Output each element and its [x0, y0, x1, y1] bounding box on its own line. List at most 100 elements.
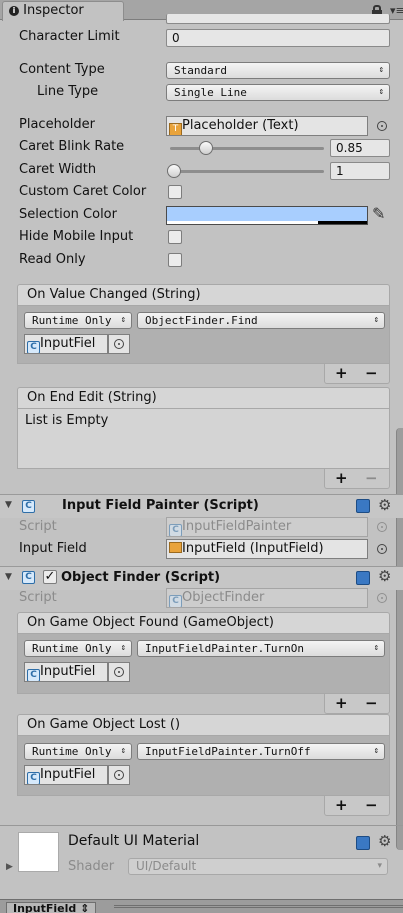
placeholder-object-field[interactable]: T Placeholder (Text): [166, 116, 368, 136]
painter-script-field: C InputFieldPainter: [166, 517, 368, 537]
target-picker-button[interactable]: [108, 765, 130, 785]
dropdown-arrows-icon: ⇕: [373, 746, 379, 756]
object-picker-icon[interactable]: [377, 544, 387, 554]
eyedropper-icon[interactable]: ✎: [372, 205, 385, 223]
read-only-checkbox[interactable]: [168, 253, 182, 267]
function-dropdown[interactable]: ObjectFinder.Find ⇕: [137, 312, 385, 329]
custom-caret-color-label: Custom Caret Color: [19, 184, 147, 199]
caret-width-slider-track[interactable]: [170, 170, 324, 173]
add-button[interactable]: +: [335, 364, 348, 382]
object-picker-icon: [377, 522, 387, 532]
scrollbar[interactable]: [396, 428, 403, 850]
footer-resize-handle[interactable]: [114, 905, 403, 908]
end-edit-plus-minus: + −: [324, 469, 390, 489]
dropdown-arrows-icon: ⇕: [373, 315, 379, 325]
footer-label: InputField: [13, 902, 77, 913]
caret-width-field[interactable]: 1: [330, 162, 390, 180]
add-button[interactable]: +: [335, 796, 348, 814]
target-picker-button[interactable]: [108, 662, 130, 682]
remove-button[interactable]: −: [365, 694, 378, 712]
runtime-only-dropdown[interactable]: Runtime Only ⇕: [24, 640, 132, 657]
runtime-only-value: Runtime Only: [32, 642, 112, 655]
dropdown-arrows-icon: ⇕: [120, 643, 126, 653]
object-picker-icon: [114, 339, 124, 349]
target-object-field[interactable]: C InputFiel: [24, 662, 108, 682]
script-icon: C: [22, 500, 35, 513]
caret-blink-rate-slider-track[interactable]: [170, 147, 324, 150]
caret-blink-rate-label: Caret Blink Rate: [19, 139, 125, 154]
help-book-icon[interactable]: [356, 499, 370, 513]
script-icon: C: [27, 669, 40, 681]
runtime-only-value: Runtime Only: [32, 745, 112, 758]
caret-blink-rate-slider-thumb[interactable]: [199, 141, 214, 155]
content-type-value: Standard: [174, 64, 227, 77]
foldout-arrow-icon[interactable]: ▼: [5, 500, 12, 510]
settings-gear-icon[interactable]: ⚙: [378, 834, 391, 849]
caret-width-slider-thumb[interactable]: [167, 164, 181, 178]
tab-menu-icon[interactable]: ▾≡: [390, 4, 403, 17]
on-end-edit-title: On End Edit (String): [27, 390, 157, 405]
dropdown-arrow-icon: ▾: [377, 861, 382, 871]
inspector-tab[interactable]: i Inspector: [2, 1, 124, 21]
script-icon: C: [27, 341, 40, 353]
settings-gear-icon[interactable]: ⚙: [378, 569, 391, 584]
finder-script-field: C ObjectFinder: [166, 588, 368, 608]
painter-script-label: Script: [19, 519, 57, 534]
object-picker-icon[interactable]: [377, 121, 387, 131]
runtime-only-dropdown[interactable]: Runtime Only ⇕: [24, 743, 132, 760]
caret-blink-rate-field[interactable]: 0.85: [330, 139, 390, 157]
help-book-icon[interactable]: [356, 836, 370, 850]
remove-button[interactable]: −: [365, 796, 378, 814]
info-icon: i: [9, 6, 19, 16]
on-found-header: On Game Object Found (GameObject): [17, 612, 390, 634]
target-object-field[interactable]: C InputFiel: [24, 765, 108, 785]
function-dropdown[interactable]: InputFieldPainter.TurnOff ⇕: [137, 743, 385, 760]
caret-width-label: Caret Width: [19, 162, 97, 177]
target-object-field[interactable]: C InputFiel: [24, 334, 108, 354]
shader-dropdown: UI/Default ▾: [128, 858, 388, 875]
target-picker-button[interactable]: [108, 334, 130, 354]
script-icon: C: [169, 595, 182, 607]
material-preview-thumbnail: [18, 832, 59, 872]
painter-script-value: InputFieldPainter: [182, 519, 292, 534]
material-divider: [0, 825, 403, 826]
finder-enabled-checkbox[interactable]: ✓: [43, 570, 57, 584]
selection-color-label: Selection Color: [19, 207, 117, 222]
on-lost-header: On Game Object Lost (): [17, 714, 390, 736]
help-book-icon[interactable]: [356, 571, 370, 585]
painter-input-field-label: Input Field: [19, 541, 87, 556]
line-type-dropdown[interactable]: Single Line ⇕: [166, 84, 390, 101]
value-changed-plus-minus: + −: [324, 364, 390, 384]
function-dropdown[interactable]: InputFieldPainter.TurnOn ⇕: [137, 640, 385, 657]
target-value: InputFiel: [40, 664, 96, 679]
add-button[interactable]: +: [335, 694, 348, 712]
material-foldout-arrow-icon[interactable]: ▶: [6, 862, 13, 872]
target-value: InputFiel: [40, 336, 96, 351]
painter-input-field-object[interactable]: InputField (InputField): [166, 539, 368, 559]
remove-button-disabled: −: [365, 469, 378, 487]
remove-button[interactable]: −: [365, 364, 378, 382]
add-button[interactable]: +: [335, 469, 348, 487]
object-picker-icon: [114, 667, 124, 677]
settings-gear-icon[interactable]: ⚙: [378, 498, 391, 513]
input-field-component-icon: [169, 542, 182, 553]
custom-caret-color-checkbox[interactable]: [168, 185, 182, 199]
shader-label: Shader: [68, 859, 115, 874]
content-type-dropdown[interactable]: Standard ⇕: [166, 62, 390, 79]
on-end-edit-body: List is Empty: [17, 409, 390, 469]
line-type-label: Line Type: [37, 84, 99, 99]
lost-plus-minus: + −: [324, 796, 390, 816]
on-found-title: On Game Object Found (GameObject): [27, 615, 274, 630]
placeholder-label: Placeholder: [19, 117, 95, 132]
foldout-arrow-icon[interactable]: ▼: [5, 572, 12, 582]
read-only-label: Read Only: [19, 252, 86, 267]
runtime-only-dropdown[interactable]: Runtime Only ⇕: [24, 312, 132, 329]
dropdown-arrows-icon: ⇕: [378, 65, 384, 75]
hide-mobile-input-checkbox[interactable]: [168, 230, 182, 244]
character-limit-field[interactable]: 0: [166, 29, 390, 47]
finder-script-label: Script: [19, 590, 57, 605]
footer-object-dropdown[interactable]: InputField ⇕: [6, 902, 97, 913]
dropdown-arrows-icon: ⇕: [120, 746, 126, 756]
finder-title: Object Finder (Script): [61, 570, 221, 585]
content-type-label: Content Type: [19, 62, 105, 77]
